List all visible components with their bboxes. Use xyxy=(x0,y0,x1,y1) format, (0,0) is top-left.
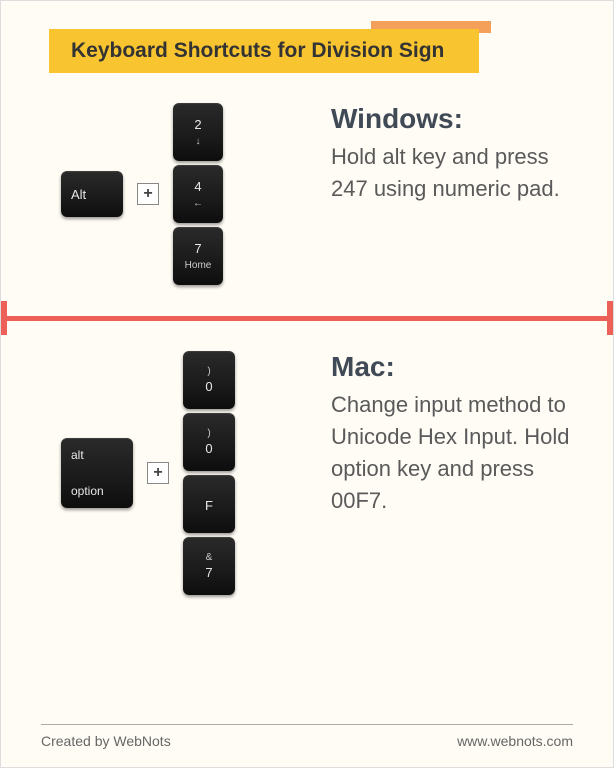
plus-icon: + xyxy=(137,183,159,205)
footer: Created by WebNots www.webnots.com xyxy=(41,724,573,749)
mac-section: alt option + ) 0 ) 0 F & 7 Mac: Change i xyxy=(1,329,613,617)
key-sub: ↓ xyxy=(196,136,201,147)
key-top: ) xyxy=(207,366,210,377)
key-f: F xyxy=(183,475,235,533)
key-label-top: alt xyxy=(71,448,84,462)
windows-description: Windows: Hold alt key and press 247 usin… xyxy=(331,103,573,205)
key-7: & 7 xyxy=(183,537,235,595)
section-divider xyxy=(1,313,613,323)
mac-keys: alt option + ) 0 ) 0 F & 7 xyxy=(61,351,311,595)
key-bottom: 0 xyxy=(205,379,212,394)
windows-key-stack: 2 ↓ 4 ← 7 Home xyxy=(173,103,223,285)
key-option: alt option xyxy=(61,438,133,508)
key-2: 2 ↓ xyxy=(173,103,223,161)
footer-url: www.webnots.com xyxy=(457,733,573,749)
footer-credit: Created by WebNots xyxy=(41,733,171,749)
key-sub: Home xyxy=(185,260,212,271)
divider-cap-right xyxy=(607,301,613,335)
windows-keys: Alt + 2 ↓ 4 ← 7 Home xyxy=(61,103,311,285)
key-4: 4 ← xyxy=(173,165,223,223)
key-main: 7 xyxy=(194,241,201,256)
key-top: ) xyxy=(207,428,210,439)
title-container: Keyboard Shortcuts for Division Sign xyxy=(49,29,479,73)
key-0a: ) 0 xyxy=(183,351,235,409)
key-alt: Alt xyxy=(61,171,123,217)
key-label: Alt xyxy=(71,187,86,202)
mac-key-stack: ) 0 ) 0 F & 7 xyxy=(183,351,235,595)
mac-description: Mac: Change input method to Unicode Hex … xyxy=(331,351,573,517)
key-main: 4 xyxy=(194,179,201,194)
windows-body: Hold alt key and press 247 using numeric… xyxy=(331,141,573,205)
key-bottom: F xyxy=(205,498,213,513)
divider-bar xyxy=(1,316,613,321)
key-label-bottom: option xyxy=(71,484,104,498)
page-title: Keyboard Shortcuts for Division Sign xyxy=(49,29,479,73)
mac-body: Change input method to Unicode Hex Input… xyxy=(331,389,573,517)
key-sub: ← xyxy=(193,198,203,209)
key-main: 2 xyxy=(194,117,201,132)
windows-section: Alt + 2 ↓ 4 ← 7 Home Windows: Hold alt k… xyxy=(1,73,613,307)
key-7: 7 Home xyxy=(173,227,223,285)
key-bottom: 0 xyxy=(205,441,212,456)
key-top: & xyxy=(206,552,213,563)
key-0b: ) 0 xyxy=(183,413,235,471)
key-bottom: 7 xyxy=(205,565,212,580)
plus-icon: + xyxy=(147,462,169,484)
mac-heading: Mac: xyxy=(331,351,573,383)
windows-heading: Windows: xyxy=(331,103,573,135)
